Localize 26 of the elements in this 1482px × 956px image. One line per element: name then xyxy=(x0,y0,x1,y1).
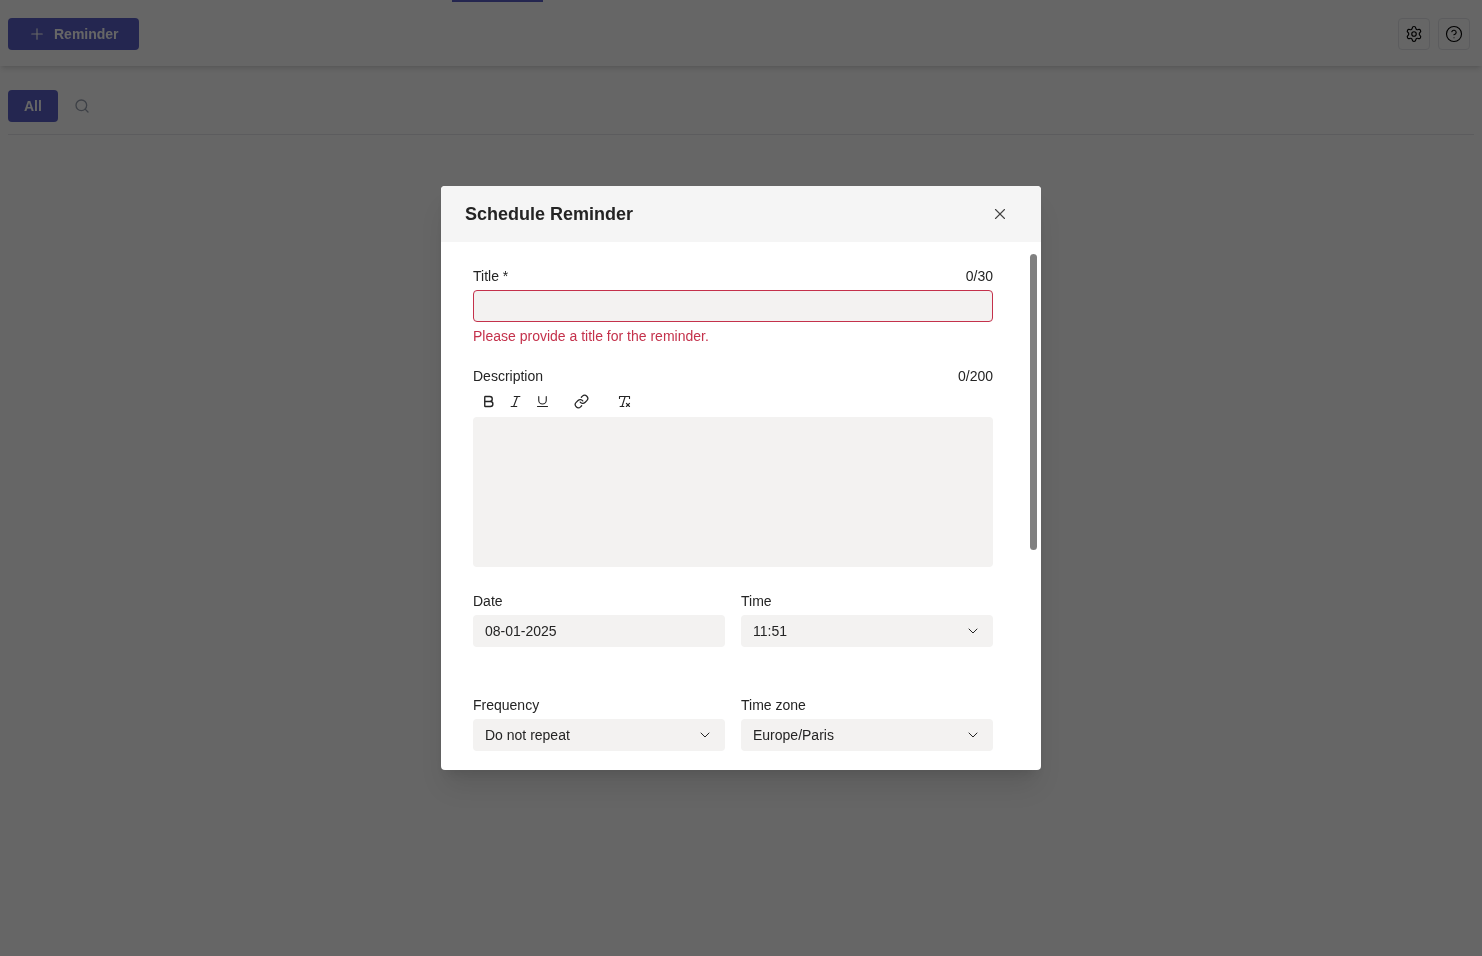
gear-icon xyxy=(1405,25,1423,43)
underline-icon[interactable] xyxy=(535,394,550,409)
dialog-title: Schedule Reminder xyxy=(465,203,634,226)
date-field[interactable]: 08-01-2025 xyxy=(473,615,725,647)
italic-icon[interactable] xyxy=(508,394,523,409)
title-input[interactable] xyxy=(473,290,993,322)
frequency-dropdown[interactable]: Do not repeat xyxy=(473,719,725,751)
error-message: Please provide a title for the reminder. xyxy=(473,327,710,346)
field-label: Time xyxy=(741,592,773,611)
time-zone-dropdown[interactable]: Europe/Paris xyxy=(741,719,993,751)
settings-button[interactable] xyxy=(1398,18,1430,50)
help-icon xyxy=(1445,25,1463,43)
bold-icon[interactable] xyxy=(481,394,496,409)
field-label: Time zone xyxy=(741,696,807,715)
field-label: Date xyxy=(473,592,504,611)
character-counter: 0/200 xyxy=(957,367,993,386)
character-counter: 0/30 xyxy=(965,267,993,286)
plus-icon xyxy=(28,25,46,43)
field-label: Title * xyxy=(473,267,509,286)
help-button[interactable] xyxy=(1438,18,1470,50)
clear-formatting-icon[interactable] xyxy=(617,394,632,409)
time-dropdown[interactable]: 11:51 xyxy=(741,615,993,647)
field-label: Frequency xyxy=(473,696,541,715)
scrollbar[interactable] xyxy=(1030,254,1037,550)
field-label: Description xyxy=(473,367,544,386)
link-icon[interactable] xyxy=(574,394,589,409)
